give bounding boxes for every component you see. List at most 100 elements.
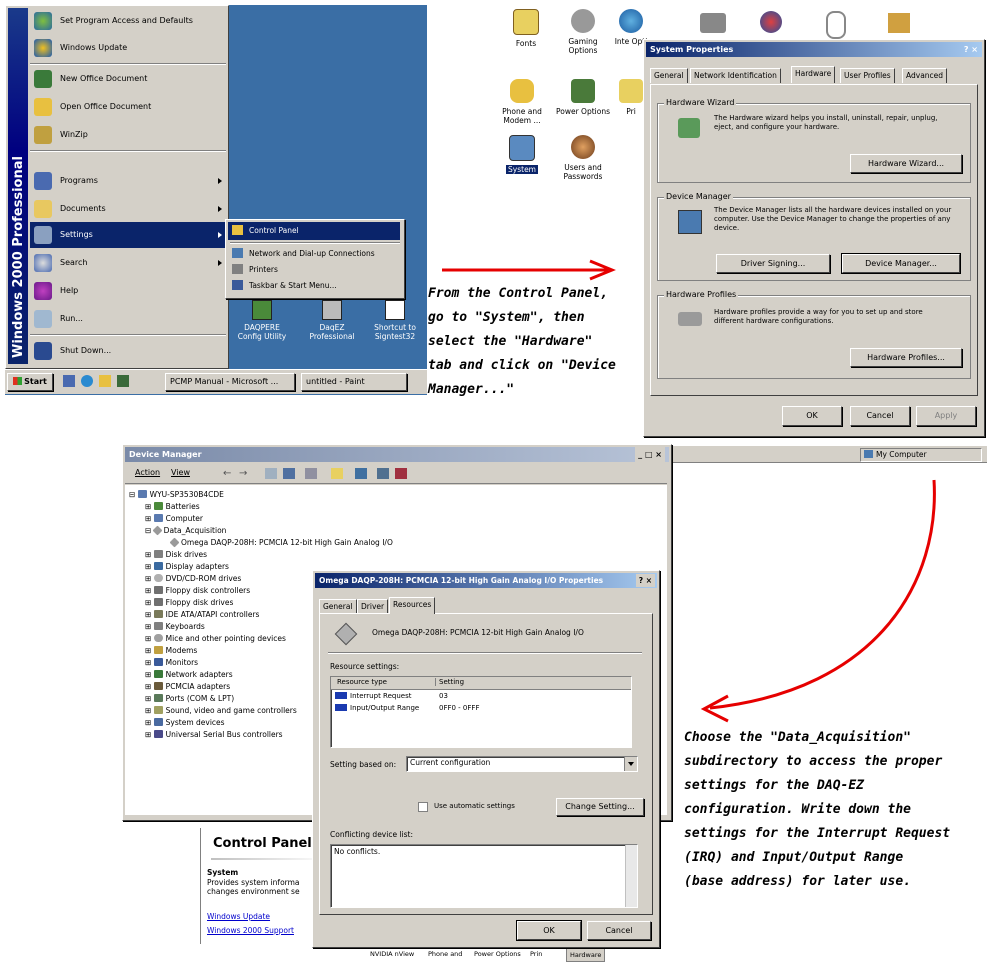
outlook-icon[interactable] (99, 375, 111, 387)
table-row[interactable]: Interrupt Request 03 (335, 692, 448, 703)
menu-open-office-document[interactable]: Open Office Document (34, 94, 151, 120)
internet-explorer-icon[interactable] (81, 375, 93, 387)
submenu-network-connections[interactable]: Network and Dial-up Connections (228, 246, 375, 262)
desktop-icon-signtest[interactable]: Shortcut to Signtest32 (367, 300, 423, 341)
menu-view[interactable]: View (171, 468, 190, 477)
keyboard-icon[interactable] (700, 13, 726, 33)
tab-general[interactable]: General (650, 68, 688, 83)
tab-user-profiles[interactable]: User Profiles (840, 68, 895, 83)
cp-icon-users-passwords[interactable]: Users and Passwords (553, 135, 613, 181)
tab-advanced[interactable]: Advanced (902, 68, 948, 83)
hardware-profiles-button[interactable]: Hardware Profiles... (850, 348, 962, 367)
hardware-wizard-button[interactable]: Hardware Wizard... (850, 154, 962, 173)
properties-icon[interactable] (283, 468, 295, 479)
tree-node[interactable]: ⊞ Batteries (145, 501, 200, 512)
driver-signing-button[interactable]: Driver Signing... (716, 254, 830, 273)
tab-hardware[interactable]: Hardware (791, 66, 836, 83)
submenu-taskbar-start-menu[interactable]: Taskbar & Start Menu... (228, 278, 337, 294)
print-icon[interactable] (305, 468, 317, 479)
tree-node[interactable]: ⊞ DVD/CD-ROM drives (145, 573, 241, 584)
system-cancel-button[interactable]: Cancel (850, 406, 910, 426)
tree-node[interactable]: ⊞ Ports (COM & LPT) (145, 693, 234, 704)
menu-settings[interactable]: Settings (34, 222, 222, 248)
add-remove-programs-icon[interactable] (760, 11, 782, 33)
tree-node-omega-daqp[interactable]: Omega DAQP-208H: PCMCIA 12-bit High Gain… (169, 537, 393, 548)
link-windows-2000-support[interactable]: Windows 2000 Support (207, 926, 294, 935)
conflicting-device-list[interactable]: No conflicts. (330, 844, 638, 908)
tree-node[interactable]: ⊞ Display adapters (145, 561, 229, 572)
menu-action[interactable]: Action (135, 468, 160, 477)
tab-driver[interactable]: Driver (357, 599, 389, 614)
tree-node[interactable]: ⊞ Floppy disk controllers (145, 585, 250, 596)
cp-icon-gaming-options[interactable]: Gaming Options (553, 9, 613, 55)
device-cancel-button[interactable]: Cancel (587, 921, 651, 940)
device-ok-button[interactable]: OK (517, 921, 581, 940)
dropdown-arrow-icon[interactable] (624, 757, 637, 771)
help-close-buttons[interactable]: ? × (635, 574, 655, 587)
cp-icon-phone-modem[interactable]: Phone and Modem ... (492, 79, 552, 125)
resource-settings-list[interactable]: Resource type Setting Interrupt Request … (330, 676, 632, 748)
menu-set-program-access[interactable]: Set Program Access and Defaults (34, 8, 193, 34)
media-player-icon[interactable] (117, 375, 129, 387)
tree-node[interactable]: ⊞ Computer (145, 513, 203, 524)
help-icon[interactable] (331, 468, 343, 479)
scan-hardware-icon[interactable] (355, 468, 367, 479)
tree-root[interactable]: ⊟ WYU-SP3530B4CDE (129, 489, 224, 500)
network-connections-icon[interactable] (888, 13, 910, 33)
system-ok-button[interactable]: OK (782, 406, 842, 426)
disable-icon[interactable] (377, 468, 389, 479)
tree-node[interactable]: ⊞ Network adapters (145, 669, 233, 680)
desktop-icon-daqpere[interactable]: DAQPERE Config Utility (235, 300, 289, 341)
tree-node[interactable]: ⊞ Disk drives (145, 549, 207, 560)
tree-node-data-acquisition[interactable]: ⊟ Data_Acquisition (145, 525, 226, 536)
task-pcmp-manual[interactable]: PCMP Manual - Microsoft ... (165, 373, 295, 391)
window-controls[interactable]: _ □ × (635, 447, 665, 462)
setting-based-on-select[interactable]: Current configuration (406, 756, 638, 772)
link-windows-update[interactable]: Windows Update (207, 912, 270, 921)
desktop-icon-daqez[interactable]: DaqEZ Professional (305, 300, 359, 341)
tree-node[interactable]: ⊞ Floppy disk drives (145, 597, 233, 608)
tree-node[interactable]: ⊞ IDE ATA/ATAPI controllers (145, 609, 259, 620)
show-desktop-icon[interactable] (63, 375, 75, 387)
menu-documents[interactable]: Documents (34, 196, 222, 222)
list-header: Resource type Setting (331, 677, 631, 690)
menu-windows-update[interactable]: Windows Update (34, 35, 127, 61)
up-icon[interactable] (265, 468, 277, 479)
menu-shut-down[interactable]: Shut Down... (34, 338, 111, 364)
system-apply-button[interactable]: Apply (916, 406, 976, 426)
tab-general[interactable]: General (319, 599, 357, 614)
menu-search[interactable]: Search (34, 250, 222, 276)
change-setting-button[interactable]: Change Setting... (556, 798, 644, 816)
start-button[interactable]: Start (7, 373, 53, 391)
cp-icon-fonts[interactable]: Fonts (496, 9, 556, 48)
table-row[interactable]: Input/Output Range 0FF0 - 0FFF (335, 704, 479, 715)
tree-node[interactable]: ⊞ Sound, video and game controllers (145, 705, 297, 716)
submenu-control-panel[interactable]: Control Panel (228, 222, 400, 240)
use-automatic-settings-checkbox[interactable] (418, 802, 428, 812)
tree-node[interactable]: ⊞ Monitors (145, 657, 198, 668)
back-icon[interactable]: ← (223, 468, 231, 479)
tree-node[interactable]: ⊞ Universal Serial Bus controllers (145, 729, 283, 740)
tree-node[interactable]: ⊞ Mice and other pointing devices (145, 633, 286, 644)
menu-winzip[interactable]: WinZip (34, 122, 88, 148)
tree-node[interactable]: ⊞ System devices (145, 717, 225, 728)
tab-network-identification[interactable]: Network Identification (690, 68, 781, 83)
mouse-icon[interactable] (826, 11, 846, 39)
menu-programs[interactable]: Programs (34, 168, 222, 194)
submenu-printers[interactable]: Printers (228, 262, 278, 278)
task-untitled-paint[interactable]: untitled - Paint (301, 373, 407, 391)
cp-icon-system[interactable]: System (492, 135, 552, 174)
device-manager-button[interactable]: Device Manager... (842, 254, 960, 273)
cp-icon-power-options[interactable]: Power Options (553, 79, 613, 116)
menu-run[interactable]: Run... (34, 306, 83, 332)
menu-new-office-document[interactable]: New Office Document (34, 66, 147, 92)
scrollbar[interactable] (625, 845, 637, 907)
tab-resources[interactable]: Resources (389, 597, 436, 614)
help-close-buttons[interactable]: ? × (964, 42, 978, 57)
tree-node[interactable]: ⊞ Keyboards (145, 621, 205, 632)
menu-help[interactable]: Help (34, 278, 78, 304)
tree-node[interactable]: ⊞ PCMCIA adapters (145, 681, 230, 692)
uninstall-icon[interactable] (395, 468, 407, 479)
forward-icon[interactable]: → (239, 468, 247, 479)
tree-node[interactable]: ⊞ Modems (145, 645, 197, 656)
